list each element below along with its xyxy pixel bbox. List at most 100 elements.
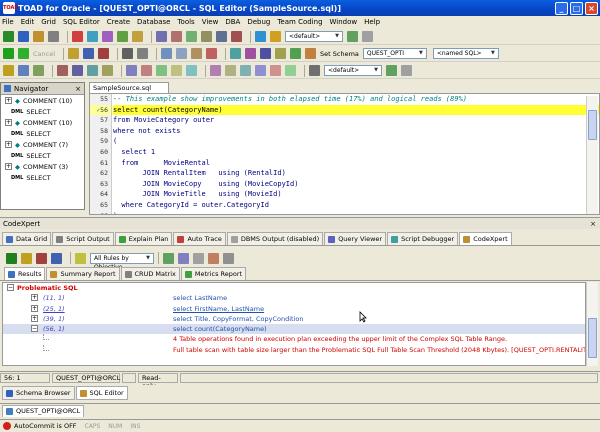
tab-script-debugger[interactable]: Script Debugger <box>387 232 459 245</box>
tab-schema-browser[interactable]: Schema Browser <box>2 386 75 400</box>
expand-icon[interactable]: + <box>5 141 12 148</box>
navigator-item-select[interactable]: DML SELECT <box>1 172 84 183</box>
tab-dbms-output[interactable]: DBMS Output (disabled) <box>226 232 324 245</box>
execute-script-icon[interactable] <box>18 48 29 59</box>
result-message[interactable]: Full table scan with table size larger t… <box>3 344 585 355</box>
editor-default-combo[interactable]: <default> <box>324 65 382 76</box>
options-menu-icon[interactable] <box>223 252 234 264</box>
result-row-selected[interactable]: − (56, 1) select count(CategoryName) <box>3 324 585 335</box>
print-report-icon[interactable] <box>193 252 204 264</box>
refresh-results-icon[interactable] <box>163 252 174 264</box>
sql-recall-icon[interactable] <box>255 65 266 76</box>
debugger-icon[interactable] <box>216 31 227 42</box>
tab-data-grid[interactable]: Data Grid <box>2 232 52 245</box>
open-file-icon[interactable] <box>68 48 80 59</box>
tab-script-output[interactable]: Script Output <box>52 232 114 245</box>
rule-filter-combo[interactable]: All Rules by Objective <box>90 252 154 271</box>
toggle-navigator-icon[interactable] <box>126 65 137 76</box>
menu-tools[interactable]: Tools <box>177 18 194 26</box>
menu-file[interactable]: File <box>2 18 14 26</box>
undo-icon[interactable] <box>122 48 134 59</box>
refresh-icon[interactable] <box>33 65 44 76</box>
lower-case-icon[interactable] <box>102 65 113 76</box>
navigator-item-comment[interactable]: + ◆ COMMENT (3) <box>1 161 84 172</box>
history-icon[interactable] <box>210 65 221 76</box>
editor-print-icon[interactable] <box>309 65 320 76</box>
execute-icon[interactable] <box>3 48 14 59</box>
editor-tab-samplesource[interactable]: SampleSource.sql <box>89 82 169 93</box>
result-sql-link[interactable]: select LastName <box>173 293 227 303</box>
add-file-icon[interactable] <box>21 252 32 264</box>
tuning-icon[interactable] <box>231 31 242 42</box>
explain-plan-icon[interactable] <box>87 31 98 42</box>
code-area[interactable]: -- This example show improvements in bot… <box>113 94 599 214</box>
bookmark-icon[interactable] <box>305 48 317 59</box>
find-icon[interactable] <box>275 48 287 59</box>
toolbar-default-combo[interactable]: <default> <box>285 31 343 42</box>
layout-menu-icon[interactable] <box>362 31 373 42</box>
scrollbar-thumb[interactable] <box>588 110 597 140</box>
menu-debug[interactable]: Debug <box>247 18 270 26</box>
rule-info-icon[interactable] <box>178 252 189 264</box>
save-results-icon[interactable] <box>51 252 62 264</box>
result-row[interactable]: + (39, 1) select Title, CopyFormat, Copy… <box>3 314 585 324</box>
save-layout-icon[interactable] <box>347 31 358 42</box>
master-detail-icon[interactable] <box>186 31 197 42</box>
tuning-advisor-icon[interactable] <box>270 65 281 76</box>
navigator-item-comment[interactable]: + ◆ COMMENT (7) <box>1 139 84 150</box>
collapse-icon[interactable]: − <box>31 325 38 333</box>
database-monitor-icon[interactable] <box>117 31 128 42</box>
run-analysis-icon[interactable] <box>6 252 17 264</box>
tab-codexpert[interactable]: CodeXpert <box>459 232 512 245</box>
sql-editor-icon[interactable] <box>33 31 44 42</box>
macro-play-icon[interactable] <box>186 65 197 76</box>
export-icon[interactable] <box>132 31 143 42</box>
expand-icon[interactable]: + <box>5 119 12 126</box>
indent-icon[interactable] <box>57 65 68 76</box>
comment-block-icon[interactable] <box>245 48 257 59</box>
tab-sql-editor[interactable]: SQL Editor <box>75 386 128 400</box>
result-row[interactable]: + (11, 1) select LastName <box>3 293 585 303</box>
tab-query-viewer[interactable]: Query Viewer <box>324 232 387 245</box>
navigator-item-select[interactable]: DML SELECT <box>1 128 84 139</box>
toolbar-menu-icon[interactable] <box>401 65 412 76</box>
schema-combo[interactable]: QUEST_OPTI <box>362 48 427 59</box>
result-message[interactable]: 4 Table operations found in execution pl… <box>3 334 585 344</box>
menu-grid[interactable]: Grid <box>41 18 56 26</box>
upper-case-icon[interactable] <box>87 65 98 76</box>
cancel-button[interactable]: Cancel <box>33 50 55 58</box>
sga-trace-icon[interactable] <box>102 31 113 42</box>
result-sql-link[interactable]: select FirstName, LastName <box>173 304 264 314</box>
rule-sets-icon[interactable] <box>75 252 86 264</box>
cut-icon[interactable] <box>161 48 173 59</box>
menu-team-coding[interactable]: Team Coding <box>277 18 322 26</box>
tab-results[interactable]: Results <box>4 267 46 280</box>
menu-help[interactable]: Help <box>364 18 380 26</box>
schema-compare-icon[interactable] <box>171 31 182 42</box>
minimize-button[interactable]: _ <box>555 1 568 15</box>
lightning-icon[interactable] <box>3 65 14 76</box>
navigator-item-select[interactable]: DML SELECT <box>1 150 84 161</box>
templates-icon[interactable] <box>225 65 236 76</box>
sql-editor[interactable]: 55 ✓56 57 58 59 60 61 62 63 64 65 66 -- … <box>89 93 600 215</box>
scrollbar-thumb[interactable] <box>588 318 597 358</box>
tab-auto-trace[interactable]: Auto Trace <box>173 232 226 245</box>
format-code-icon[interactable] <box>230 48 242 59</box>
procedure-editor-icon[interactable] <box>48 31 59 42</box>
result-sql-link[interactable]: select count(CategoryName) <box>173 324 267 334</box>
expand-icon[interactable]: + <box>31 294 38 302</box>
copy-icon[interactable] <box>176 48 188 59</box>
close-button[interactable]: × <box>585 1 598 15</box>
tab-connection[interactable]: QUEST_OPTI@ORCL <box>2 404 85 417</box>
expand-icon[interactable]: + <box>31 304 38 312</box>
save-file-icon[interactable] <box>83 48 95 59</box>
options-icon[interactable] <box>255 31 266 42</box>
new-connection-icon[interactable] <box>3 31 14 42</box>
menu-create[interactable]: Create <box>107 18 130 26</box>
code-snippets-icon[interactable] <box>240 65 251 76</box>
maximize-button[interactable]: □ <box>570 1 583 15</box>
results-scrollbar[interactable] <box>586 282 598 366</box>
result-row[interactable]: + (25, 1) select FirstName, LastName <box>3 304 585 314</box>
expand-icon[interactable]: + <box>5 97 12 104</box>
redo-icon[interactable] <box>137 48 149 59</box>
